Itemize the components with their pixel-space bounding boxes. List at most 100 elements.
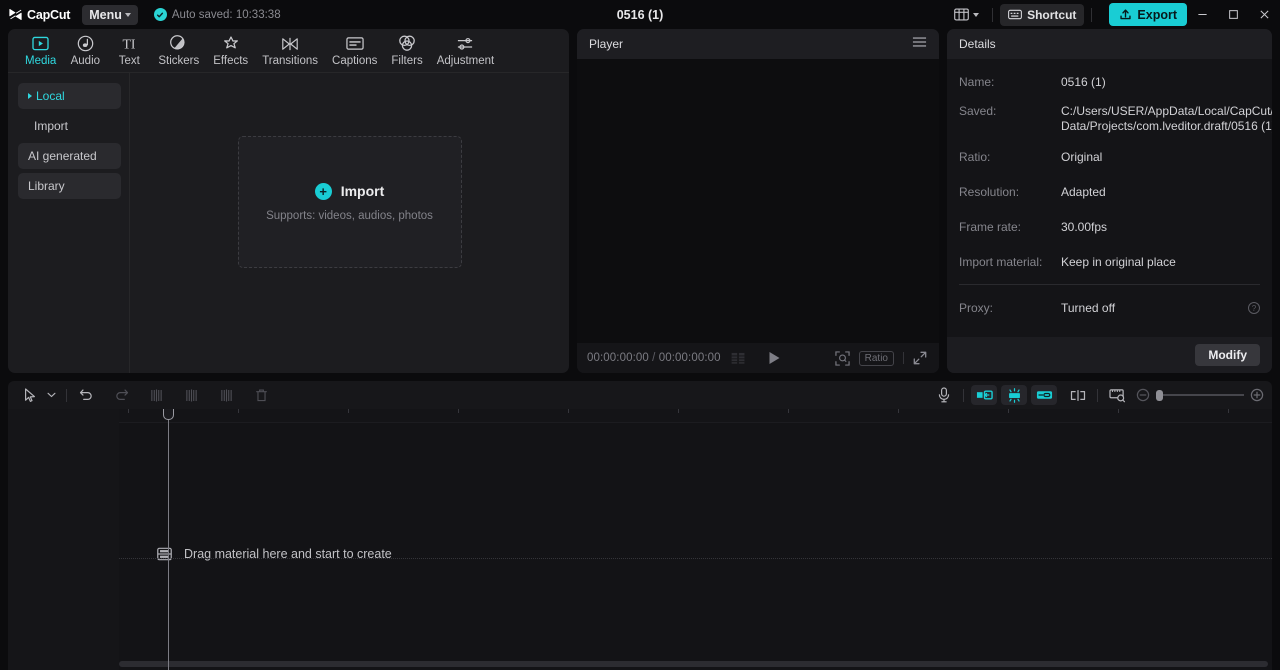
sidebar-item-library[interactable]: Library	[18, 173, 121, 199]
cursor-arrow-icon	[25, 387, 35, 402]
details-key: Frame rate:	[959, 220, 1022, 234]
fullscreen-icon	[913, 351, 927, 365]
ratio-button[interactable]: Ratio	[858, 350, 894, 366]
question-icon[interactable]: ?	[1248, 302, 1260, 314]
zoom-track[interactable]	[1156, 390, 1244, 401]
tab-captions[interactable]: Captions	[325, 32, 384, 72]
layout-chevron-down-icon	[973, 12, 980, 17]
undo-tool[interactable]	[74, 385, 99, 406]
trim-left-tool[interactable]	[179, 385, 204, 406]
ruler-tick	[458, 409, 459, 413]
layout-button[interactable]	[948, 3, 985, 27]
trash-icon	[256, 388, 267, 401]
import-row: + Import	[314, 182, 384, 200]
details-row-resolution: Resolution: Adapted	[959, 185, 1260, 200]
split-tool[interactable]	[144, 385, 169, 406]
delete-tool[interactable]	[249, 385, 274, 406]
close-icon	[1260, 10, 1269, 19]
tab-media-label: Media	[25, 55, 57, 67]
sidebar-item-import-label: Import	[34, 119, 69, 133]
import-subtitle: Supports: videos, audios, photos	[266, 209, 433, 222]
chevron-down-icon	[47, 392, 55, 398]
import-dropzone[interactable]: + Import Supports: videos, audios, photo…	[237, 136, 462, 268]
svg-text:TI: TI	[123, 36, 136, 51]
layout-grid-icon	[954, 8, 969, 21]
menu-label: Menu	[89, 7, 122, 22]
auto-enhance-tool[interactable]	[1001, 385, 1027, 405]
sidebar-item-local[interactable]: Local	[18, 83, 121, 109]
menu-button[interactable]: Menu	[82, 4, 138, 25]
ruler-tick	[898, 409, 899, 413]
maximize-button[interactable]	[1218, 0, 1249, 29]
ruler-tick	[678, 409, 679, 413]
tab-stickers[interactable]: Stickers	[151, 32, 206, 72]
tab-audio[interactable]: Audio	[63, 32, 107, 72]
auto-cut-tool[interactable]	[971, 385, 997, 405]
details-body: Name: 0516 (1) Saved: C:/Users/USER/AppD…	[947, 59, 1272, 337]
timeline-zoom-slider[interactable]	[1136, 388, 1264, 402]
player-playlist-button[interactable]	[731, 352, 746, 365]
minimize-button[interactable]	[1187, 0, 1218, 29]
ruler-tick	[128, 409, 129, 413]
timeline-playhead[interactable]	[163, 409, 174, 670]
tab-text[interactable]: TI Text	[107, 32, 151, 72]
timeline-ruler[interactable]	[119, 409, 1272, 423]
app-name: CapCut	[27, 7, 71, 22]
modify-button[interactable]: Modify	[1195, 344, 1260, 366]
tab-media[interactable]: Media	[18, 32, 63, 72]
timeline-track-headers	[8, 409, 119, 670]
total-time: 00:00:00:00	[658, 352, 721, 364]
link-clip-tool[interactable]	[1031, 385, 1057, 405]
ruler-tick	[238, 409, 239, 413]
zoom-in-button[interactable]	[1250, 388, 1264, 402]
audio-note-icon	[77, 34, 94, 53]
player-preview-stage[interactable]	[577, 59, 939, 343]
modify-label: Modify	[1208, 348, 1247, 362]
shortcut-label: Shortcut	[1027, 7, 1077, 22]
shortcut-button[interactable]: Shortcut	[1000, 3, 1085, 26]
export-button[interactable]: Export	[1109, 3, 1187, 26]
details-key: Ratio:	[959, 150, 991, 164]
zoom-handle[interactable]	[1156, 390, 1163, 401]
details-value: Adapted	[1061, 185, 1106, 199]
tool-dropdown[interactable]	[43, 385, 59, 406]
trim-right-tool[interactable]	[214, 385, 239, 406]
redo-tool[interactable]	[109, 385, 134, 406]
autosave-status: Auto saved: 10:33:38	[153, 8, 281, 21]
toolbar-divider-2	[963, 388, 964, 402]
player-fullscreen-button[interactable]	[913, 351, 927, 365]
sidebar-item-import[interactable]: Import	[18, 113, 121, 139]
tab-transitions[interactable]: Transitions	[255, 32, 325, 72]
auto-cut-icon	[976, 390, 993, 400]
player-timecode: 00:00:00:00 / 00:00:00:00	[587, 352, 721, 364]
tab-adjustment-label: Adjustment	[436, 55, 495, 67]
sidebar-item-ai-generated[interactable]: AI generated	[18, 143, 121, 169]
ruler-tick	[1008, 409, 1009, 413]
tab-adjustment[interactable]: Adjustment	[430, 32, 502, 72]
captions-box-icon	[346, 34, 364, 53]
timeline-canvas[interactable]: Drag material here and start to create	[119, 409, 1272, 670]
select-arrow-tool[interactable]	[18, 385, 43, 406]
play-icon	[769, 352, 780, 364]
details-row-import-material: Import material: Keep in original place	[959, 255, 1260, 270]
playhead-handle[interactable]	[163, 409, 174, 420]
player-play-button[interactable]	[768, 351, 781, 365]
close-button[interactable]	[1249, 0, 1280, 29]
details-key: Resolution:	[959, 185, 1020, 199]
minimize-icon	[1198, 13, 1207, 16]
tab-filters[interactable]: Filters	[384, 32, 429, 72]
tab-effects[interactable]: Effects	[206, 32, 255, 72]
record-voiceover-tool[interactable]	[931, 385, 956, 406]
player-menu-button[interactable]	[912, 35, 927, 53]
expand-triangle-icon	[28, 93, 32, 99]
library-sidebar: Local Import AI generated Library	[8, 73, 130, 373]
chevron-down-icon	[124, 12, 131, 17]
mirror-split-tool[interactable]	[1065, 385, 1090, 406]
details-footer: Modify	[947, 337, 1272, 373]
player-zoom-button[interactable]	[834, 350, 850, 366]
timeline-tracks[interactable]: Drag material here and start to create	[119, 423, 1272, 670]
sticker-moon-icon	[170, 34, 187, 53]
timeline-preview-tool[interactable]	[1105, 385, 1130, 406]
zoom-out-button[interactable]	[1136, 388, 1150, 402]
timeline-horizontal-scrollbar[interactable]	[119, 661, 1268, 667]
